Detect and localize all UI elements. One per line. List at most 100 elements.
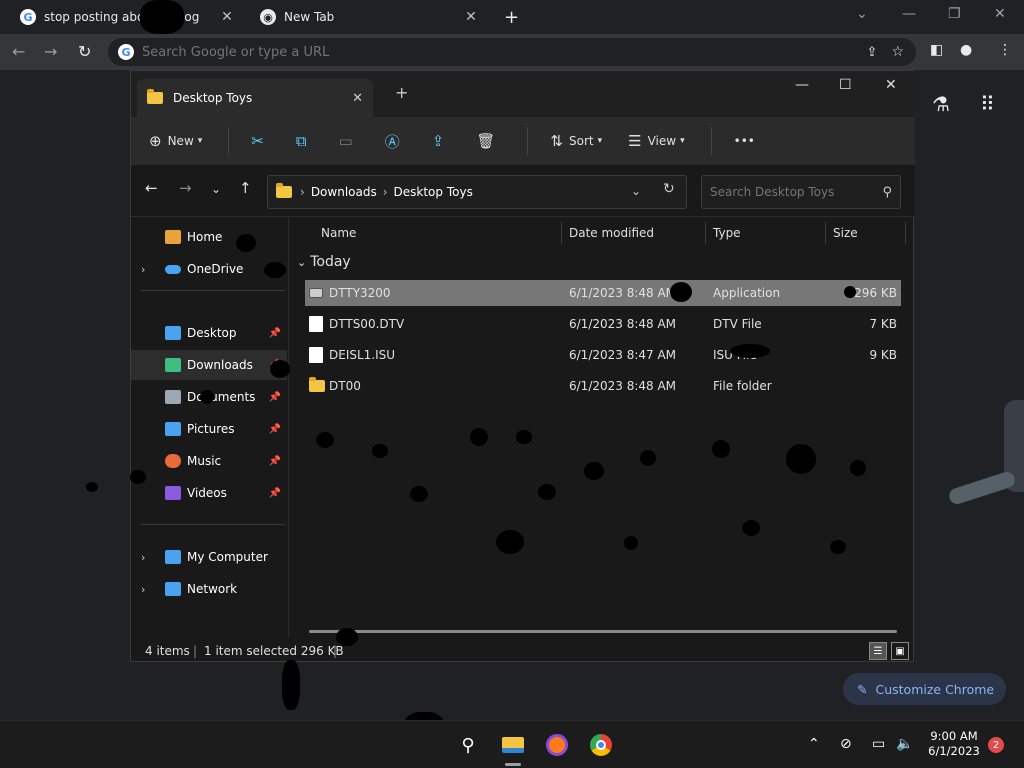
copy-button[interactable]: ⧉ [296,132,313,150]
customize-chrome-button[interactable]: ✎ Customize Chrome [843,673,1006,705]
chrome-icon[interactable] [589,733,613,757]
sidebar-item-label: Documents [187,390,256,404]
pictures-icon [165,422,181,436]
cut-button[interactable]: ✂ [251,132,270,150]
file-row[interactable]: DEISL1.ISU 6/1/2023 8:47 AM ISU File 9 K… [305,342,901,368]
restore-icon[interactable]: ❐ [948,6,961,22]
pin-icon[interactable]: 📌 [269,488,281,499]
breadcrumb[interactable]: › Downloads › Desktop Toys [267,175,687,209]
paste-button[interactable]: ▭ [339,132,359,150]
reload-icon[interactable]: ↻ [78,42,91,61]
apps-grid-icon[interactable]: ⠿ [980,92,995,116]
more-button[interactable]: ••• [734,134,755,148]
profile-icon[interactable]: ● [960,42,972,58]
omnibox[interactable]: G ⇪ ☆ [108,38,916,66]
browser-tab-1[interactable]: G stop posting abou… Goog ✕ [12,0,244,34]
delete-button[interactable]: 🗑 [476,132,501,150]
sidebar-item-home[interactable]: Home [131,222,287,252]
network-off-icon[interactable]: ⊘ [840,736,852,752]
sidebar-item-my-computer[interactable]: › My Computer [131,542,287,572]
breadcrumb-downloads[interactable]: Downloads [311,185,377,199]
new-tab-button[interactable]: + [496,0,527,34]
clock[interactable]: 9:00 AM 6/1/2023 [924,729,984,759]
details-view-icon[interactable]: ☰ [869,642,887,660]
column-divider[interactable] [825,222,826,244]
column-date[interactable]: Date modified [569,226,654,240]
search-box[interactable]: ⚲ [701,175,901,209]
pin-icon[interactable]: 📌 [269,424,281,435]
share-icon[interactable]: ⇪ [867,45,878,60]
sidebar-item-music[interactable]: Music 📌 [131,446,287,476]
monitor-icon[interactable]: ▭ [872,736,885,752]
file-type: DTV File [713,317,762,331]
column-divider[interactable] [705,222,706,244]
close-window-icon[interactable]: ✕ [994,6,1006,22]
new-tab-icon[interactable]: + [395,83,408,102]
pin-icon[interactable]: 📌 [269,456,281,467]
view-label: View [647,134,677,148]
column-name[interactable]: Name [321,226,356,240]
explorer-tab[interactable]: Desktop Toys ✕ [137,79,373,117]
forward-icon[interactable]: → [179,179,192,197]
column-size[interactable]: Size [833,226,858,240]
search-input[interactable] [710,185,883,199]
chevron-up-icon[interactable]: ⌃ [808,736,820,752]
sidebar-item-pictures[interactable]: Pictures 📌 [131,414,287,444]
menu-icon[interactable]: ⋮ [998,42,1012,58]
sidebar-item-desktop[interactable]: Desktop 📌 [131,318,287,348]
sidebar-item-videos[interactable]: Videos 📌 [131,478,287,508]
sidebar-item-downloads[interactable]: Downloads 📌 [131,350,287,380]
recent-locations-icon[interactable]: ⌄ [211,182,221,196]
labs-icon[interactable]: ⚗ [932,92,950,116]
file-explorer-icon[interactable] [501,733,525,757]
tiles-view-icon[interactable]: ▣ [891,642,909,660]
browser-tab-2[interactable]: ◉ New Tab ✕ [252,0,488,34]
view-button[interactable]: ☰ View ▾ [628,132,684,150]
chevron-down-icon[interactable]: ⌄ [631,184,641,198]
share-button[interactable]: ⇪ [432,132,451,150]
column-divider[interactable] [561,222,562,244]
refresh-icon[interactable]: ↻ [663,181,675,197]
chevron-right-icon[interactable]: › [141,583,155,596]
close-window-icon[interactable]: ✕ [885,77,897,93]
pin-icon[interactable]: 📌 [269,328,281,339]
side-panel-icon[interactable]: ◧ [930,42,943,58]
forward-icon[interactable]: → [44,42,57,61]
taskbar: ⚲ ⌃ ⊘ ▭ 🔈 9:00 AM 6/1/2023 2 [0,720,1024,768]
chevron-right-icon[interactable]: › [141,263,155,276]
maximize-icon[interactable]: ☐ [839,77,852,93]
redaction-blot [470,428,488,446]
close-icon[interactable]: ✕ [352,91,363,106]
file-row[interactable]: DTTY3200 6/1/2023 8:48 AM Application 29… [305,280,901,306]
column-type[interactable]: Type [713,226,741,240]
rename-icon: Ⓐ [384,132,400,151]
pin-icon[interactable]: 📌 [269,392,281,403]
back-icon[interactable]: ← [145,179,158,197]
file-row[interactable]: DTTS00.DTV 6/1/2023 8:48 AM DTV File 7 K… [305,311,901,337]
sort-button[interactable]: ⇅ Sort ▾ [550,132,602,150]
group-header-today[interactable]: ⌄ Today [297,254,351,270]
horizontal-scrollbar[interactable] [309,630,897,633]
search-icon[interactable]: ⚲ [456,733,480,757]
close-icon[interactable]: ✕ [218,9,236,25]
chevron-down-icon[interactable]: ⌄ [856,6,868,22]
firefox-icon[interactable] [545,733,569,757]
file-icon [309,316,323,332]
sidebar-item-network[interactable]: › Network [131,574,287,604]
new-button[interactable]: ⊕ New ▾ [149,132,202,150]
chevron-right-icon[interactable]: › [141,551,155,564]
close-icon[interactable]: ✕ [462,9,480,25]
up-icon[interactable]: ↑ [239,179,252,197]
star-icon[interactable]: ☆ [891,44,904,60]
application-icon [309,288,323,298]
volume-icon[interactable]: 🔈 [896,736,913,752]
column-divider[interactable] [905,222,906,244]
minimize-icon[interactable]: — [902,6,916,22]
notification-badge[interactable]: 2 [988,737,1004,753]
minimize-icon[interactable]: — [795,77,809,93]
breadcrumb-desktop-toys[interactable]: Desktop Toys [394,185,473,199]
omnibox-input[interactable] [142,44,867,60]
rename-button[interactable]: Ⓐ [385,131,406,152]
file-row[interactable]: DT00 6/1/2023 8:48 AM File folder [305,373,901,399]
back-icon[interactable]: ← [12,42,25,61]
